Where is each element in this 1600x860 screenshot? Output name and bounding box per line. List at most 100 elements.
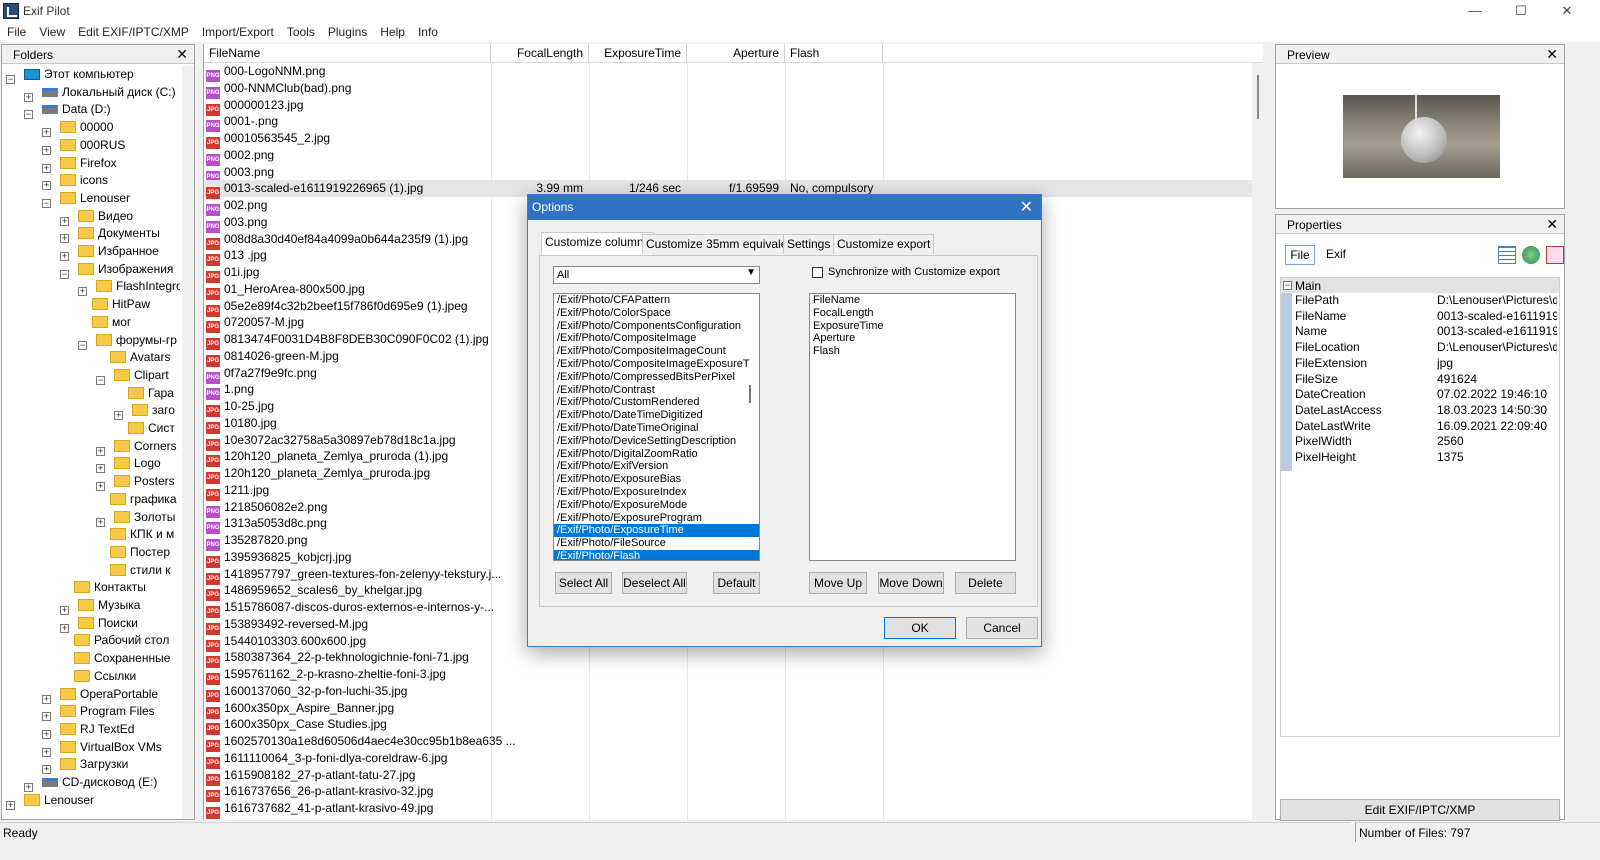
tree-node[interactable]: Сохраненные xyxy=(64,650,170,667)
menu-item[interactable]: Import/Export xyxy=(195,22,280,39)
list-item[interactable]: /Exif/Photo/ExposureMode xyxy=(554,499,759,512)
tree-node[interactable]: + FlashIntegro xyxy=(78,278,180,297)
menu-item[interactable]: Help xyxy=(373,22,411,39)
collapse-icon[interactable]: − xyxy=(1283,281,1292,290)
expand-icon[interactable]: + xyxy=(24,92,33,102)
move-up-button[interactable]: Move Up xyxy=(809,572,867,594)
expand-icon[interactable]: + xyxy=(96,464,105,474)
table-row[interactable]: JPG 1616737682_41-p-atlant-krasivo-49.jpg xyxy=(204,800,1254,819)
list-item[interactable]: /Exif/Photo/DigitalZoomRatio xyxy=(554,448,759,461)
expand-icon[interactable]: + xyxy=(114,411,123,421)
table-row[interactable]: JPG 1600x350px_Aspire_Banner.jpg xyxy=(204,700,1254,719)
table-row[interactable]: JPG 1611110064_3-p-foni-dlya-coreldraw-6.… xyxy=(204,750,1254,769)
list-item[interactable]: /Exif/Photo/CompressedBitsPerPixel xyxy=(554,371,759,384)
expand-icon[interactable]: + xyxy=(42,145,51,155)
list-item[interactable]: /Exif/Photo/ExifVersion xyxy=(554,460,759,473)
collapse-icon[interactable]: − xyxy=(60,269,69,279)
list-item[interactable]: /Exif/Photo/Flash xyxy=(554,549,759,560)
list-item[interactable]: /Exif/Photo/Contrast xyxy=(554,384,759,397)
tab-customize-export[interactable]: Customize export xyxy=(833,234,935,254)
edit-exif-button[interactable]: Edit EXIF/IPTC/XMP xyxy=(1280,799,1560,821)
column-header[interactable]: ExposureTime xyxy=(589,44,687,63)
close-icon[interactable]: ✕ xyxy=(1546,216,1558,233)
list-item[interactable]: /Exif/Photo/ComponentsConfiguration xyxy=(554,320,759,333)
collapse-icon[interactable]: − xyxy=(24,110,33,120)
expand-icon[interactable]: + xyxy=(42,694,51,704)
grid-view-icon[interactable] xyxy=(1498,246,1516,264)
menu-item[interactable]: Tools xyxy=(280,22,321,39)
tree-node[interactable]: − Data (D:) xyxy=(24,101,111,120)
move-down-button[interactable]: Move Down xyxy=(878,572,944,594)
minimize-button[interactable]: — xyxy=(1452,0,1498,22)
tree-node[interactable]: + CD-дисковод (E:) xyxy=(24,774,157,792)
tree-node[interactable]: + Program Files xyxy=(42,703,155,722)
list-item[interactable]: /Exif/Photo/ExposureBias xyxy=(554,473,759,486)
tree-node[interactable]: + Firefox xyxy=(42,155,117,173)
table-row[interactable]: PNG 000-LogoNNM.png xyxy=(204,63,1254,82)
table-row[interactable]: JPG 1600137060_32-p-fon-luchi-35.jpg xyxy=(204,683,1254,702)
list-item[interactable]: FocalLength xyxy=(810,307,1015,320)
close-icon[interactable]: ✕ xyxy=(176,46,188,63)
menu-item[interactable]: Info xyxy=(411,22,444,39)
table-row[interactable]: PNG 000-NNMClub(bad).png xyxy=(204,80,1254,99)
tree-node[interactable]: Постер xyxy=(100,544,170,561)
table-row[interactable]: JPG 1580387364_22-p-tekhnologichnie-foni-… xyxy=(204,649,1254,669)
globe-icon[interactable] xyxy=(1522,246,1540,264)
tree-node[interactable]: + Logo xyxy=(96,455,161,474)
property-row[interactable]: DateLastWrite 16.09.2021 22:09:40 xyxy=(1281,419,1559,435)
expand-icon[interactable]: + xyxy=(42,163,51,173)
property-row[interactable]: DateLastAccess 18.03.2023 14:50:30 xyxy=(1281,403,1559,419)
tree-node[interactable]: Ссылки xyxy=(64,668,136,685)
selected-columns-list[interactable]: FileName FocalLength ExposureTime Aperture F… xyxy=(809,293,1016,561)
available-fields-list[interactable]: /Exif/Photo/CFAPattern/Exif/Photo/ColorS… xyxy=(553,293,760,561)
tree-node[interactable]: + Posters xyxy=(96,473,175,492)
default-button[interactable]: Default xyxy=(713,572,760,594)
menu-item[interactable]: View xyxy=(32,22,71,39)
collapse-icon[interactable]: − xyxy=(6,75,15,84)
maximize-button[interactable]: ☐ xyxy=(1498,0,1544,22)
collapse-icon[interactable]: − xyxy=(42,198,51,208)
tab-customize-35mm[interactable]: Customize 35mm equivalent xyxy=(642,234,802,254)
select-all-button[interactable]: Select All xyxy=(555,572,612,594)
property-row[interactable]: FilePath D:\Lenouser\Pictures\ф... xyxy=(1281,293,1559,309)
expand-icon[interactable]: + xyxy=(42,712,51,722)
table-row[interactable]: PNG 0002.png xyxy=(204,147,1254,166)
tree-node[interactable]: + Локальный диск (C:) xyxy=(24,84,176,102)
tree-node[interactable]: + VirtualBox VMs xyxy=(42,739,162,757)
expand-icon[interactable]: + xyxy=(42,747,51,757)
deselect-all-button[interactable]: Deselect All xyxy=(622,572,687,594)
tab-customize-columns[interactable]: Customize columns xyxy=(541,232,654,255)
ok-button[interactable]: OK xyxy=(884,617,956,639)
tree-node[interactable]: + Музыка xyxy=(60,597,140,615)
list-item[interactable]: Flash xyxy=(810,345,1015,358)
expand-icon[interactable]: + xyxy=(42,128,51,138)
menu-item[interactable]: Edit EXIF/IPTC/XMP xyxy=(71,22,195,39)
close-window-button[interactable]: ✕ xyxy=(1544,0,1590,22)
tree-node[interactable]: Avatars xyxy=(100,349,170,366)
table-row[interactable]: PNG 0001-.png xyxy=(204,113,1254,133)
expand-icon[interactable]: + xyxy=(60,606,69,615)
group-header[interactable]: − Main xyxy=(1281,278,1559,293)
tree-node[interactable]: + Видео xyxy=(60,208,133,226)
expand-icon[interactable]: + xyxy=(24,783,33,792)
table-icon[interactable] xyxy=(1546,246,1564,264)
tree-node[interactable]: + icons xyxy=(42,172,108,191)
list-item[interactable]: /Exif/Photo/CompositeImageExposureT xyxy=(554,358,759,371)
property-row[interactable]: FileLocation D:\Lenouser\Pictures\ф... xyxy=(1281,340,1559,356)
expand-icon[interactable]: + xyxy=(96,446,105,456)
property-row[interactable]: FileName 0013-scaled-e16119192... xyxy=(1281,309,1559,325)
expand-icon[interactable]: + xyxy=(78,287,87,297)
table-row[interactable]: JPG 1615908182_27-p-atlant-tatu-27.jpg xyxy=(204,767,1254,786)
tree-node[interactable]: + RJ TextEd xyxy=(42,721,134,739)
tree-node[interactable]: − Изображения xyxy=(60,261,173,279)
property-row[interactable]: PixelHeight 1375 xyxy=(1281,450,1559,466)
list-item[interactable]: Aperture xyxy=(810,332,1015,345)
tree-node[interactable]: + Избранное xyxy=(60,243,159,261)
sync-checkbox[interactable] xyxy=(812,267,823,278)
tree-node[interactable]: КПК и м xyxy=(100,526,174,543)
list-item[interactable]: /Exif/Photo/ExposureTime xyxy=(554,524,759,538)
column-header[interactable]: Aperture xyxy=(687,44,785,63)
collapse-icon[interactable]: − xyxy=(96,375,105,385)
column-header[interactable]: FileName xyxy=(204,44,491,63)
tree-node[interactable]: +00000 xyxy=(42,119,113,138)
